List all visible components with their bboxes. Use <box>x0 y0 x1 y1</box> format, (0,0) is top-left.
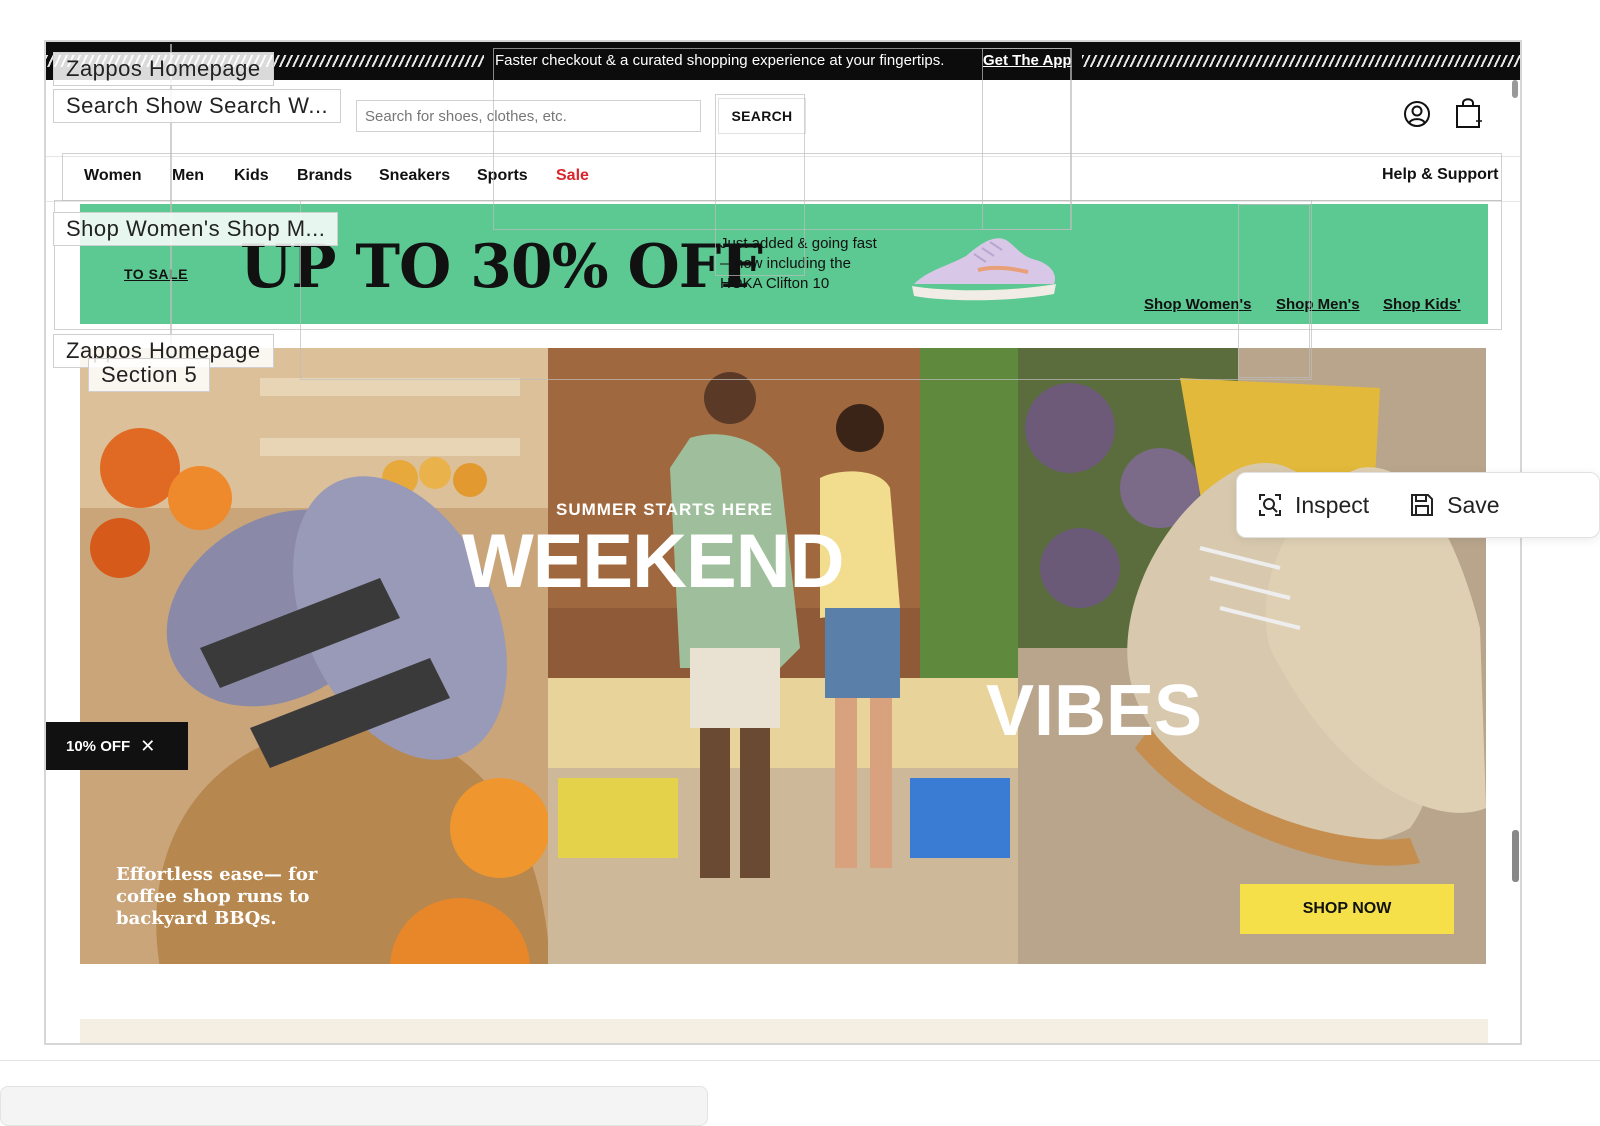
discount-label: 10% OFF <box>66 737 131 755</box>
decorative-hatch <box>1082 55 1520 67</box>
save-button[interactable]: Save <box>1389 492 1519 519</box>
hero-eyebrow: SUMMER STARTS HERE <box>556 500 773 519</box>
inspect-label: Inspect <box>1295 491 1370 518</box>
overlay-gridline <box>300 200 1312 380</box>
overlay-gridline <box>1238 204 1310 378</box>
save-icon <box>1411 494 1434 516</box>
scrollbar-arrow[interactable] <box>1512 80 1518 98</box>
element-toolbox: Inspect Save <box>1236 472 1600 538</box>
next-section-preview <box>80 1019 1488 1043</box>
account-icon[interactable] <box>1402 99 1432 129</box>
inspect-button[interactable]: Inspect <box>1237 492 1389 519</box>
overlay-label: Shop Women's Shop M... <box>53 212 339 246</box>
overlay-label: Zappos Homepage <box>53 52 274 86</box>
divider <box>0 1060 1600 1061</box>
hero-tagline: Effortless ease— for coffee shop runs to… <box>116 864 318 929</box>
hero-headline-weekend: WEEKEND <box>462 519 844 604</box>
inspect-icon <box>1259 494 1281 516</box>
hero-headline-vibes: VIBES <box>986 671 1203 751</box>
hero-banner[interactable]: SUMMER STARTS HERE WEEKEND VIBES Effortl… <box>80 348 1486 964</box>
overlay-label: Section 5 <box>88 358 211 392</box>
overlay-label: Search Show Search W... <box>53 89 342 123</box>
bottom-input-bar[interactable] <box>0 1086 708 1126</box>
close-icon[interactable]: ✕ <box>140 736 155 757</box>
shop-now-button[interactable]: SHOP NOW <box>1240 884 1454 934</box>
scrollbar-thumb[interactable] <box>1512 830 1519 882</box>
save-label: Save <box>1447 491 1500 518</box>
shopping-bag-icon[interactable] <box>1452 96 1484 130</box>
discount-tab[interactable]: 10% OFF ✕ <box>46 722 188 770</box>
